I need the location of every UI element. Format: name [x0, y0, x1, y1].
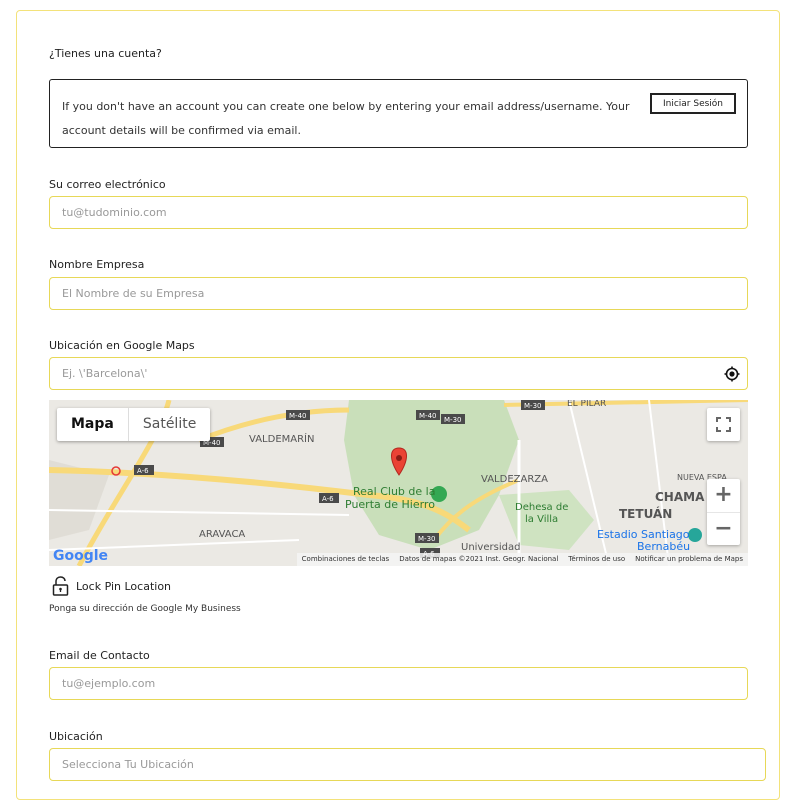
- place-valdemarin: VALDEMARÍN: [249, 432, 314, 445]
- place-dehesa-line2: la Villa: [525, 514, 558, 525]
- road-m30-3: M-30: [418, 535, 435, 543]
- map-data-text: Datos de mapas ©2021 Inst. Geogr. Nacion…: [399, 555, 559, 563]
- place-el-pilar: EL PILAR: [567, 400, 606, 409]
- fullscreen-button[interactable]: [707, 408, 740, 441]
- place-tetuan: TETUÁN: [619, 506, 672, 521]
- locate-target-icon[interactable]: [724, 366, 740, 382]
- place-universidad: Universidad: [461, 542, 520, 553]
- road-m40-1: M-40: [289, 412, 306, 420]
- place-estadio-line2: Bernabéu: [637, 540, 690, 553]
- google-map[interactable]: VALDEMARÍN ARAVACA VALDEZARZA TETUÁN CHA…: [49, 400, 748, 566]
- google-logo: Google: [53, 548, 109, 564]
- zoom-in-button[interactable]: +: [707, 479, 740, 513]
- map-type-map[interactable]: Mapa: [57, 408, 129, 441]
- unlock-icon: [52, 576, 69, 596]
- login-info-text: If you don't have an account you can cre…: [62, 100, 630, 137]
- map-type-control: Mapa Satélite: [57, 408, 211, 441]
- maps-help-text: Ponga su dirección de Google My Business: [49, 604, 241, 614]
- account-question: ¿Tienes una cuenta?: [49, 47, 162, 60]
- road-m30-2: M-30: [524, 402, 541, 410]
- place-chamartin: CHAMA: [655, 490, 705, 504]
- company-input[interactable]: [49, 277, 748, 310]
- lock-pin-label: Lock Pin Location: [76, 579, 172, 593]
- lock-pin-toggle[interactable]: Lock Pin Location: [52, 576, 171, 596]
- road-a6-1: A-6: [137, 467, 149, 475]
- report-problem-link[interactable]: Notificar un problema de Maps: [630, 553, 748, 566]
- contact-email-label: Email de Contacto: [49, 649, 150, 662]
- keyboard-shortcuts-link[interactable]: Combinaciones de teclas: [297, 553, 395, 566]
- place-club-line1: Real Club de la: [353, 485, 435, 498]
- location-label: Ubicación: [49, 730, 103, 743]
- email-input[interactable]: [49, 196, 748, 229]
- place-dehesa-line1: Dehesa de: [515, 502, 568, 513]
- company-label: Nombre Empresa: [49, 258, 145, 271]
- maps-location-label: Ubicación en Google Maps: [49, 339, 195, 352]
- map-attribution: Combinaciones de teclas Datos de mapas ©…: [296, 553, 748, 566]
- road-m30-1: M-30: [444, 416, 461, 424]
- road-m40-3: M-40: [419, 412, 436, 420]
- fullscreen-icon: [716, 417, 731, 432]
- map-type-satellite[interactable]: Satélite: [129, 408, 210, 441]
- place-club-line2: Puerta de Hierro: [345, 498, 435, 511]
- zoom-out-button[interactable]: −: [707, 513, 740, 546]
- place-aravaca: ARAVACA: [199, 529, 245, 540]
- login-info-box: If you don't have an account you can cre…: [49, 79, 748, 148]
- login-button[interactable]: Iniciar Sesión: [650, 93, 736, 114]
- maps-location-input[interactable]: [49, 357, 748, 390]
- road-a6-2: A-6: [322, 495, 334, 503]
- contact-email-input[interactable]: [49, 667, 748, 700]
- place-valdezarza: VALDEZARZA: [481, 474, 548, 485]
- zoom-control: + −: [707, 479, 740, 545]
- email-label: Su correo electrónico: [49, 178, 166, 191]
- location-select[interactable]: [49, 748, 766, 781]
- terms-link[interactable]: Términos de uso: [563, 553, 630, 566]
